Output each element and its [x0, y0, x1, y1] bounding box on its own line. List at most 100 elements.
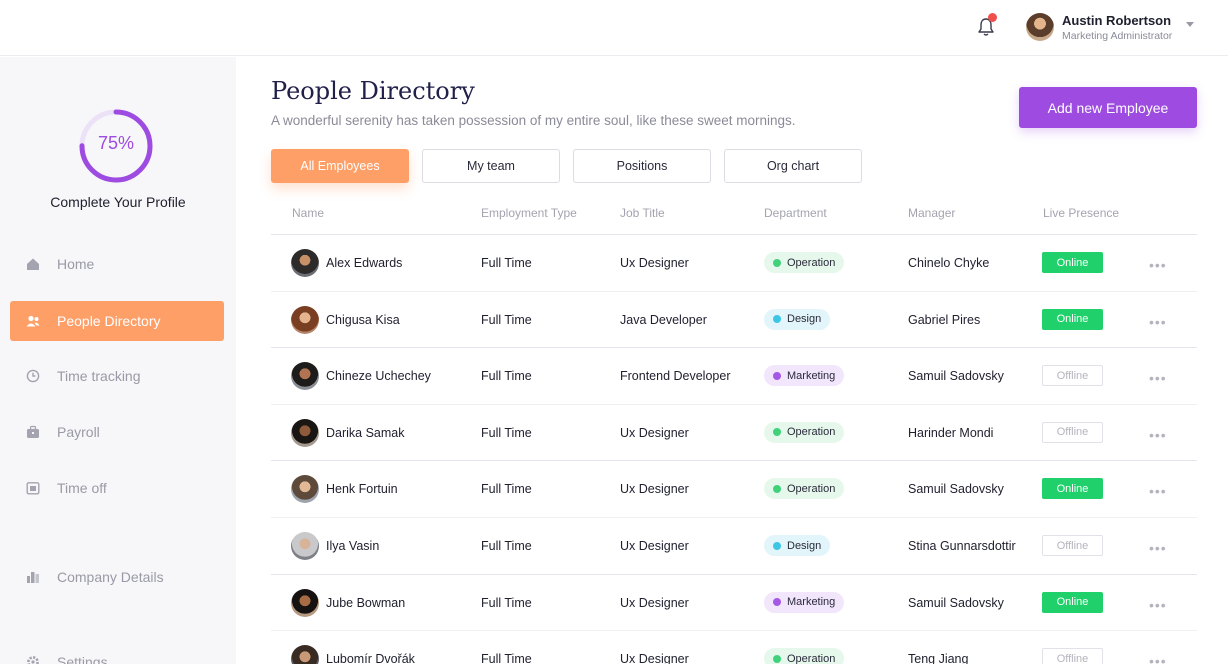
table-row[interactable]: Henk Fortuin Full Time Ux Designer Operatio… [271, 460, 1197, 516]
department-badge: Marketing [764, 365, 845, 387]
page-subtitle: A wonderful serenity has taken possessio… [271, 113, 796, 128]
sidebar-item-time-tracking[interactable]: Time tracking [10, 356, 224, 396]
employee-name[interactable]: Jube Bowman [326, 575, 405, 631]
column-header-live-presence[interactable]: Live Presence [1043, 206, 1119, 220]
department-label: Marketing [787, 369, 836, 382]
department-dot [773, 598, 781, 607]
department-label: Operation [787, 426, 836, 439]
department-dot [773, 428, 781, 437]
employee-name[interactable]: Darika Samak [326, 405, 405, 461]
wallet-icon [27, 425, 39, 438]
tab-my-team[interactable]: My team [422, 149, 560, 183]
job-title: Java Developer [620, 312, 707, 327]
department-label: Operation [787, 482, 836, 495]
chevron-down-icon[interactable] [1186, 22, 1194, 27]
more-options-icon[interactable]: ••• [1149, 427, 1167, 443]
table-row[interactable]: Lubomír Dvořák Full Time Ux Designer Operat… [271, 630, 1197, 664]
column-header-manager[interactable]: Manager [908, 206, 955, 220]
tab-positions[interactable]: Positions [573, 149, 711, 183]
department-badge: Operation [764, 421, 845, 443]
employment-type: Full Time [481, 312, 532, 327]
home-icon [27, 258, 39, 270]
more-options-icon[interactable]: ••• [1149, 483, 1167, 499]
employee-name[interactable]: Ilya Vasin [326, 518, 379, 574]
gear-icon [27, 656, 39, 664]
employee-name[interactable]: Alex Edwards [326, 235, 402, 291]
department-label: Design [787, 539, 822, 552]
employee-name[interactable]: Chineze Uchechey [326, 348, 431, 404]
tab-org-chart[interactable]: Org chart [724, 149, 862, 183]
column-header-employment-type[interactable]: Employment Type [481, 206, 577, 220]
page-title: People Directory [271, 77, 475, 105]
sidebar-item-people-directory[interactable]: People Directory [10, 301, 224, 341]
sidebar-item-label: Company Details [57, 569, 164, 585]
sidebar-item-time-off[interactable]: Time off [10, 468, 224, 508]
job-title: Frontend Developer [620, 369, 731, 384]
employment-type: Full Time [481, 595, 532, 610]
employment-type: Full Time [481, 539, 532, 553]
column-header-department[interactable]: Department [764, 206, 827, 220]
column-header-job-title[interactable]: Job Title [620, 206, 665, 220]
sidebar-item-company-details[interactable]: Company Details [10, 557, 224, 597]
more-options-icon[interactable]: ••• [1149, 257, 1167, 273]
sidebar-item-home[interactable]: Home [10, 244, 224, 284]
avatar[interactable] [1026, 13, 1054, 41]
table-row[interactable]: Alex Edwards Full Time Ux Designer Operatio… [271, 234, 1197, 290]
manager-name: Samuil Sadovsky [908, 482, 1004, 497]
department-badge: Operation [764, 252, 845, 273]
table-row[interactable]: Chineze Uchechey Full Time Frontend Develo… [271, 347, 1197, 403]
presence-badge: Offline [1042, 365, 1103, 387]
manager-name: Samuil Sadovsky [908, 595, 1004, 610]
more-options-icon[interactable]: ••• [1149, 597, 1167, 613]
table-row[interactable]: Chigusa Kisa Full Time Java Developer Desig… [271, 290, 1197, 348]
more-options-icon[interactable]: ••• [1149, 653, 1167, 664]
avatar [291, 249, 319, 277]
table-row[interactable]: Jube Bowman Full Time Ux Designer Marketing… [271, 573, 1197, 631]
employee-name[interactable]: Lubomír Dvořák [326, 631, 415, 664]
job-title: Ux Designer [620, 539, 689, 553]
employee-name[interactable]: Henk Fortuin [326, 461, 398, 517]
sidebar-item-label: Home [57, 256, 95, 272]
sidebar-item-settings[interactable]: Settings [10, 642, 224, 664]
presence-badge: Online [1042, 308, 1103, 330]
column-header-name[interactable]: Name [292, 206, 324, 220]
more-options-icon[interactable]: ••• [1149, 540, 1167, 556]
user-role: Marketing Administrator [1062, 30, 1173, 42]
complete-profile-label[interactable]: Complete Your Profile [0, 194, 236, 210]
employee-name[interactable]: Chigusa Kisa [326, 292, 400, 348]
sidebar-item-payroll[interactable]: Payroll [10, 412, 224, 452]
department-badge: Operation [764, 648, 845, 664]
manager-name: Harinder Mondi [908, 425, 994, 440]
more-options-icon[interactable]: ••• [1149, 370, 1167, 386]
manager-name: Teng Jiang [908, 652, 969, 664]
department-dot [773, 371, 781, 380]
avatar [291, 475, 319, 504]
employment-type: Full Time [481, 482, 532, 497]
add-employee-button[interactable]: Add new Employee [1019, 87, 1197, 128]
department-badge: Design [764, 308, 831, 330]
table-row[interactable]: Darika Samak Full Time Ux Designer Operatio… [271, 403, 1197, 461]
avatar [291, 588, 319, 617]
user-name[interactable]: Austin Robertson [1062, 13, 1171, 28]
manager-name: Stina Gunnarsdottir [908, 539, 1016, 553]
avatar [291, 532, 319, 560]
more-options-icon[interactable]: ••• [1149, 314, 1167, 330]
sidebar-item-label: Payroll [57, 424, 100, 440]
job-title: Ux Designer [620, 595, 689, 610]
department-label: Design [787, 313, 822, 326]
job-title: Ux Designer [620, 652, 689, 664]
table-row[interactable]: Ilya Vasin Full Time Ux Designer Design Stin… [271, 517, 1197, 573]
avatar [291, 305, 319, 334]
profile-progress-label: 75% [97, 133, 135, 153]
manager-name: Gabriel Pires [908, 312, 981, 327]
department-dot [773, 315, 781, 324]
presence-badge: Offline [1042, 648, 1103, 664]
manager-name: Samuil Sadovsky [908, 369, 1004, 384]
presence-badge: Offline [1042, 421, 1103, 443]
tab-all-employees[interactable]: All Employees [271, 149, 409, 183]
notification-badge [988, 13, 997, 22]
department-dot [773, 541, 781, 550]
employment-type: Full Time [481, 369, 532, 384]
manager-name: Chinelo Chyke [908, 256, 990, 270]
department-dot [773, 654, 781, 663]
